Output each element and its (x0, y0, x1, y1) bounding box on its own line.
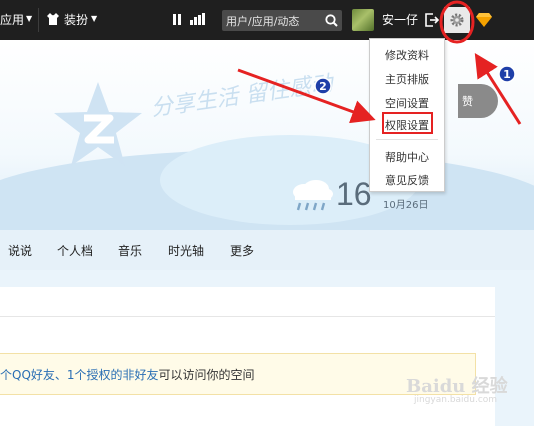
step-badge-2-label: 2 (319, 80, 327, 93)
arrow-to-gear (474, 52, 522, 125)
step-badge-1-label: 1 (503, 68, 511, 81)
gear-highlight-circle (439, 0, 475, 44)
tutorial-annotations: 1 2 (237, 0, 522, 125)
arrow-to-permission (237, 68, 376, 124)
